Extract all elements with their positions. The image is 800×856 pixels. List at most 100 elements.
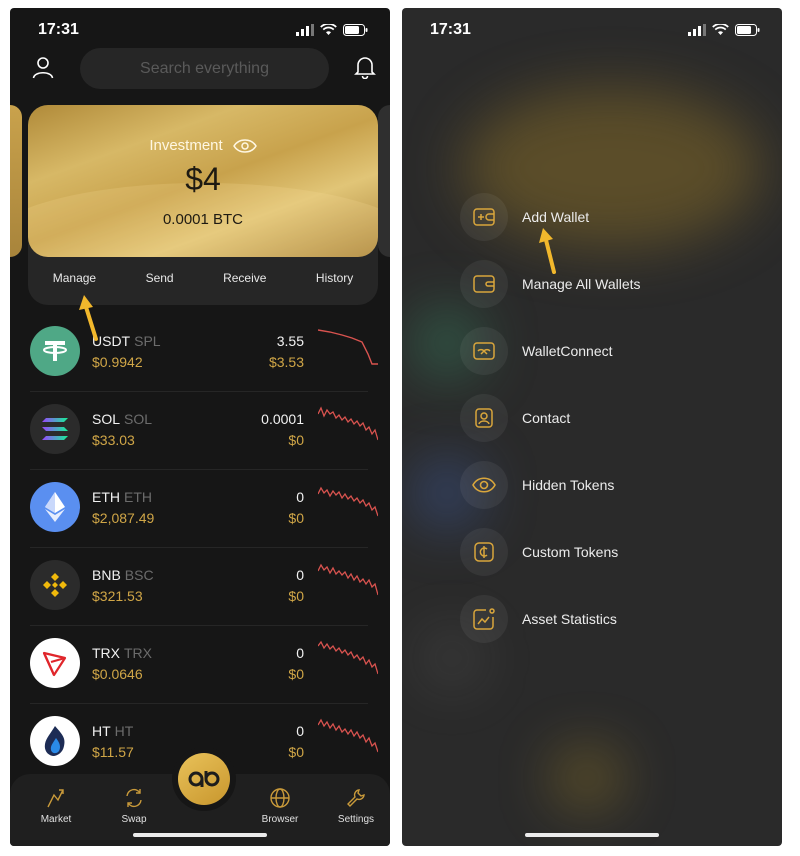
menu-item-label: Custom Tokens	[522, 544, 619, 560]
menu-item-walletconnect[interactable]: WalletConnect	[460, 327, 740, 375]
coin-icon	[474, 542, 494, 562]
menu-item-label: Contact	[522, 410, 571, 426]
send-button[interactable]: Send	[146, 271, 174, 285]
token-price: $0.0646	[92, 666, 143, 682]
wrench-icon	[347, 789, 365, 807]
token-symbol: ETH	[92, 489, 120, 505]
tether-icon	[30, 326, 80, 376]
profile-icon[interactable]	[30, 54, 56, 80]
solana-icon	[30, 404, 80, 454]
token-network: HT	[114, 723, 134, 739]
tab-swap[interactable]: Swap	[104, 786, 164, 825]
card-btc-balance: 0.0001 BTC	[162, 211, 244, 228]
battery-icon	[343, 24, 368, 36]
wifi-icon	[320, 24, 337, 35]
eye-icon	[472, 477, 496, 493]
sparkline-chart	[318, 486, 378, 517]
receive-button[interactable]: Receive	[223, 271, 266, 285]
tab-swap-label: Swap	[121, 814, 147, 825]
app-logo-icon	[188, 771, 220, 787]
annotation-arrow-manage	[79, 295, 98, 341]
signal-icon	[296, 24, 314, 36]
token-network: SPL	[134, 333, 161, 349]
huobi-icon	[30, 716, 80, 766]
menu-item-add-wallet[interactable]: Add Wallet	[460, 193, 740, 241]
token-value: $0	[288, 588, 304, 604]
token-value: $0	[288, 666, 304, 682]
status-bar: 17:31	[402, 8, 782, 52]
search-placeholder: Search everything	[140, 59, 269, 77]
sparkline-chart	[318, 718, 378, 753]
token-row-usdt[interactable]: USDT SPL $0.9942 3.55 $3.53	[10, 314, 380, 392]
next-card-peek[interactable]	[378, 105, 390, 257]
token-value: $0	[288, 510, 304, 526]
eye-icon[interactable]	[232, 138, 257, 153]
token-value: $0	[288, 432, 304, 448]
status-time: 17:31	[430, 21, 471, 38]
investment-card[interactable]: Investment $4 0.0001 BTC	[28, 105, 378, 257]
wallet-home-screen: 17:31 Search everything Investment $4 0.…	[10, 8, 390, 846]
token-row-bnb[interactable]: BNB BSC $321.53 0 $0	[10, 548, 380, 626]
home-indicator	[525, 833, 659, 837]
wallet-icon	[473, 275, 495, 293]
tab-settings-label: Settings	[337, 814, 375, 825]
status-time: 17:31	[38, 21, 79, 38]
ethereum-icon	[30, 482, 80, 532]
previous-card-peek[interactable]	[10, 105, 22, 257]
token-symbol: HT	[92, 723, 111, 739]
bell-icon[interactable]	[352, 54, 378, 80]
token-value: $3.53	[268, 354, 304, 370]
tab-browser[interactable]: Browser	[250, 786, 310, 825]
tab-market[interactable]: Market	[26, 786, 86, 825]
wallet-menu-screen: 17:31 Add Wallet Manage All Wallets Wall…	[402, 8, 782, 846]
token-price: $11.57	[92, 744, 134, 760]
home-indicator	[133, 833, 267, 837]
token-amount: 0	[296, 489, 304, 505]
token-network: BSC	[124, 567, 154, 583]
status-bar: 17:31	[10, 8, 390, 52]
signal-icon	[688, 24, 706, 36]
token-price: $321.53	[92, 588, 143, 604]
wifi-icon	[712, 24, 729, 35]
token-amount: 0.0001	[261, 411, 304, 427]
token-row-eth[interactable]: ETH ETH $2,087.49 0 $0	[10, 470, 380, 548]
binance-icon	[30, 560, 80, 610]
tab-market-label: Market	[40, 814, 72, 825]
token-network: TRX	[124, 645, 152, 661]
tab-settings[interactable]: Settings	[326, 786, 386, 825]
menu-item-asset-statistics[interactable]: Asset Statistics	[460, 595, 740, 643]
menu-item-label: Hidden Tokens	[522, 477, 615, 493]
token-amount: 3.55	[276, 333, 304, 349]
sparkline-chart	[318, 563, 378, 596]
menu-item-manage-all-wallets[interactable]: Manage All Wallets	[460, 260, 740, 308]
history-button[interactable]: History	[316, 271, 353, 285]
globe-icon	[270, 788, 290, 808]
menu-item-contact[interactable]: Contact	[460, 394, 740, 442]
token-amount: 0	[296, 567, 304, 583]
tab-browser-label: Browser	[261, 814, 299, 825]
token-network: ETH	[124, 489, 152, 505]
menu-item-hidden-tokens[interactable]: Hidden Tokens	[460, 461, 740, 509]
swap-icon	[126, 788, 142, 808]
wallet-card-panel: Investment $4 0.0001 BTC Manage Send Rec…	[28, 105, 378, 305]
contact-icon	[475, 408, 493, 428]
token-row-trx[interactable]: TRX TRX $0.0646 0 $0	[10, 626, 380, 704]
sparkline-chart	[318, 640, 378, 675]
market-icon	[47, 789, 64, 808]
center-logo-button[interactable]	[178, 753, 230, 805]
menu-item-custom-tokens[interactable]: Custom Tokens	[460, 528, 740, 576]
card-balance: $4	[185, 161, 221, 197]
token-symbol: SOL	[92, 411, 121, 427]
search-input[interactable]: Search everything	[80, 48, 329, 89]
token-amount: 0	[296, 645, 304, 661]
menu-item-label: Asset Statistics	[522, 611, 617, 627]
token-row-sol[interactable]: SOL SOL $33.03 0.0001 $0	[10, 392, 380, 470]
manage-button[interactable]: Manage	[53, 271, 96, 285]
card-title: Investment	[149, 137, 223, 154]
token-amount: 0	[296, 723, 304, 739]
token-price: $0.9942	[92, 354, 143, 370]
token-symbol: BNB	[92, 567, 121, 583]
menu-item-label: Add Wallet	[522, 209, 590, 225]
statistics-icon	[473, 608, 495, 630]
add-wallet-icon	[473, 208, 495, 226]
